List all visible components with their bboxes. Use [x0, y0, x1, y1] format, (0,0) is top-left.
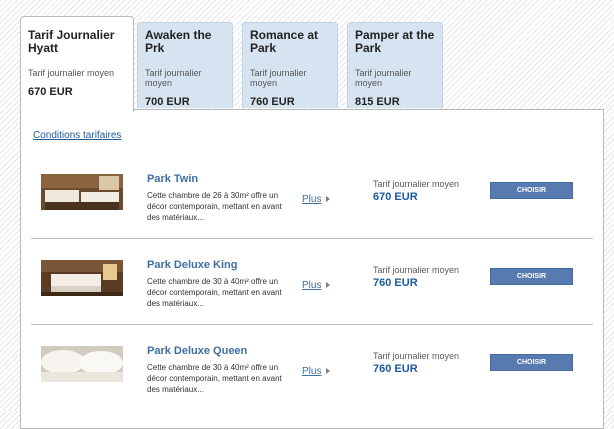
tab-rate-label: Tarif journalier moyen: [250, 68, 307, 88]
room-row: Park Deluxe King Cette chambre de 30 à 4…: [31, 238, 593, 325]
room-rate: 760 EUR: [373, 277, 418, 289]
room-name[interactable]: Park Twin: [147, 173, 198, 185]
rate-widget: Tarif Journalier Hyatt Tarif journalier …: [8, 0, 608, 429]
tab-romance-at-park[interactable]: Romance at Park Tarif journalier moyen 7…: [242, 22, 338, 108]
tab-tarif-journalier-hyatt[interactable]: Tarif Journalier Hyatt Tarif journalier …: [20, 16, 134, 112]
more-link[interactable]: Plus: [302, 194, 321, 205]
room-rate: 670 EUR: [373, 191, 418, 203]
room-photo[interactable]: [41, 174, 123, 210]
more-link[interactable]: Plus: [302, 280, 321, 291]
tab-title: Pamper at the Park: [355, 28, 435, 55]
chevron-right-icon: [326, 282, 330, 288]
room-photo[interactable]: [41, 346, 123, 382]
tab-price: 760 EUR: [250, 96, 295, 108]
tab-title: Romance at Park: [250, 28, 319, 55]
tab-title: Awaken the Prk: [145, 28, 212, 55]
tab-rate-label: Tarif journalier moyen: [355, 68, 412, 88]
conditions-link[interactable]: Conditions tarifaires: [33, 130, 121, 141]
tab-pamper-at-the-park[interactable]: Pamper at the Park Tarif journalier moye…: [347, 22, 443, 108]
choose-button[interactable]: CHOISIR: [490, 354, 573, 371]
rate-tabs: Tarif Journalier Hyatt Tarif journalier …: [20, 14, 600, 112]
room-rate-label: Tarif journalier moyen: [373, 265, 460, 275]
chevron-right-icon: [326, 196, 330, 202]
choose-button[interactable]: CHOISIR: [490, 182, 573, 199]
room-name[interactable]: Park Deluxe Queen: [147, 345, 247, 357]
room-description: Cette chambre de 26 à 30m² offre un déco…: [147, 191, 282, 222]
tab-awaken-the-prk[interactable]: Awaken the Prk Tarif journalier moyen 70…: [137, 22, 233, 108]
tab-title: Tarif Journalier Hyatt: [28, 28, 115, 55]
room-rate-label: Tarif journalier moyen: [373, 351, 460, 361]
room-description: Cette chambre de 30 à 40m² offre un déco…: [147, 363, 282, 394]
room-photo[interactable]: [41, 260, 123, 296]
rate-panel: Conditions tarifaires Park Twin Cette ch…: [20, 109, 604, 429]
tab-price: 670 EUR: [28, 86, 73, 98]
choose-button[interactable]: CHOISIR: [490, 268, 573, 285]
tab-rate-label: Tarif journalier moyen: [145, 68, 202, 88]
more-link[interactable]: Plus: [302, 366, 321, 377]
room-description: Cette chambre de 30 à 40m² offre un déco…: [147, 277, 282, 308]
room-rate-label: Tarif journalier moyen: [373, 179, 460, 189]
room-row: Park Deluxe Queen Cette chambre de 30 à …: [31, 324, 593, 410]
room-rate: 760 EUR: [373, 363, 418, 375]
chevron-right-icon: [326, 368, 330, 374]
tab-rate-label: Tarif journalier moyen: [28, 68, 115, 78]
tab-price: 700 EUR: [145, 96, 190, 108]
room-row: Park Twin Cette chambre de 26 à 30m² off…: [31, 152, 593, 239]
room-name[interactable]: Park Deluxe King: [147, 259, 237, 271]
tab-price: 815 EUR: [355, 96, 400, 108]
